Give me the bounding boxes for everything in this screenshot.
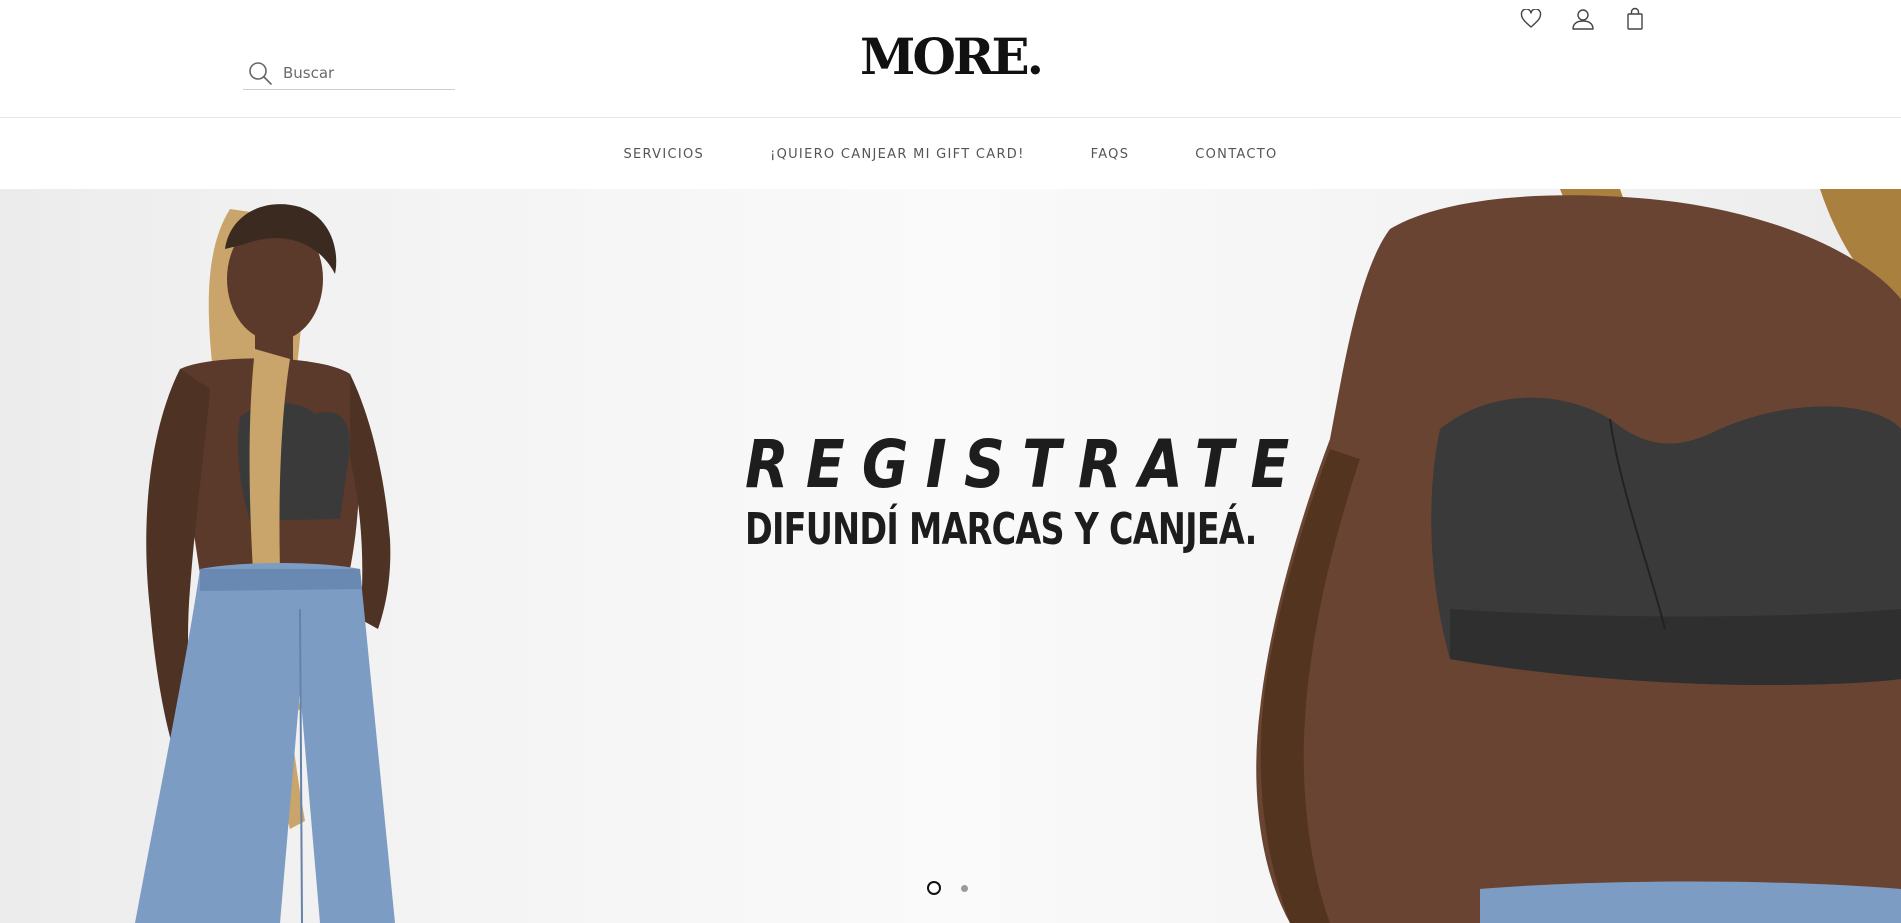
heart-icon[interactable]: [1518, 6, 1544, 32]
hero-image: [135, 189, 1901, 923]
nav-item-servicios[interactable]: SERVICIOS: [623, 147, 704, 162]
user-icon[interactable]: [1570, 6, 1596, 32]
hero-slider[interactable]: REGISTRATE DIFUNDÍ MARCAS Y CANJEÁ.: [0, 189, 1901, 923]
hero-text: REGISTRATE DIFUNDÍ MARCAS Y CANJEÁ.: [745, 426, 1307, 555]
nav-item-contacto[interactable]: CONTACTO: [1195, 147, 1277, 162]
slider-dot-1[interactable]: [927, 881, 941, 895]
header-actions: [1518, 4, 1648, 34]
main-nav: SERVICIOS ¡QUIERO CANJEAR MI GIFT CARD! …: [0, 119, 1901, 189]
site-logo[interactable]: MORE.: [860, 24, 1044, 90]
slider-pagination: [927, 881, 968, 895]
search-icon[interactable]: [247, 60, 273, 86]
site-header: MORE.: [0, 0, 1901, 118]
hero-title: REGISTRATE: [745, 426, 1307, 503]
search-bar[interactable]: [243, 56, 455, 90]
shopping-bag-icon[interactable]: [1622, 6, 1648, 32]
nav-item-faqs[interactable]: FAQS: [1091, 147, 1130, 162]
search-input[interactable]: [283, 63, 443, 82]
hero-subtitle: DIFUNDÍ MARCAS Y CANJEÁ.: [745, 504, 1257, 555]
slider-dot-2[interactable]: [961, 884, 968, 892]
nav-item-gift-card[interactable]: ¡QUIERO CANJEAR MI GIFT CARD!: [770, 147, 1025, 162]
